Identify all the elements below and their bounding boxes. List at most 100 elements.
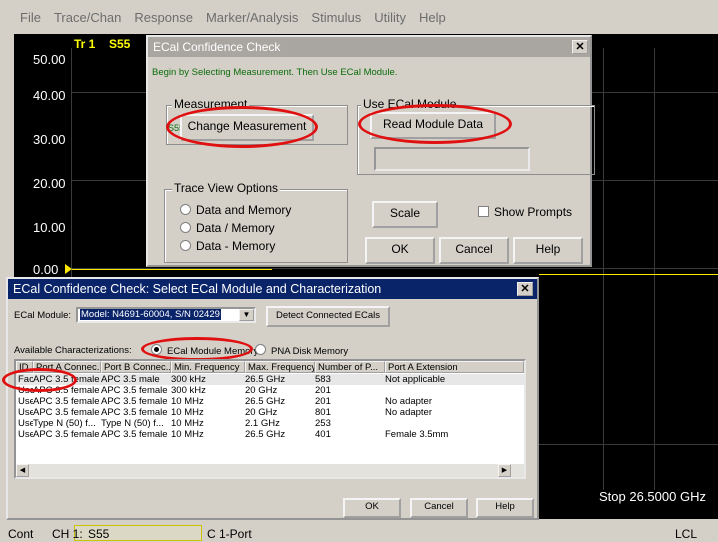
show-prompts-checkbox[interactable]: Show Prompts [478, 205, 572, 219]
option-label: PNA Disk Memory [271, 346, 349, 357]
port-label: C 1-Port [207, 527, 252, 541]
ok-button[interactable]: OK [343, 498, 401, 518]
table-cell: 20 GHz [245, 385, 278, 396]
menu-trace-chan[interactable]: Trace/Chan [54, 10, 121, 25]
table-row[interactable]: User 5APC 3.5 femaleAPC 3.5 female10 MHz… [16, 429, 524, 440]
table-row[interactable]: User 1APC 3.5 femaleAPC 3.5 female300 kH… [16, 385, 524, 396]
table-cell: 201 [315, 396, 331, 407]
table-row[interactable]: User 3APC 3.5 femaleAPC 3.5 female10 MHz… [16, 407, 524, 418]
column-header[interactable]: Min. Frequency [171, 361, 245, 373]
option-label: Data and Memory [196, 203, 292, 217]
table-cell: Not applicable [385, 374, 446, 385]
table-cell: User 4 [18, 418, 33, 429]
radio-icon [255, 344, 266, 355]
arrow-left-icon[interactable]: ◀ [16, 464, 29, 477]
table-cell: 10 MHz [171, 418, 204, 429]
trace-line [72, 269, 272, 270]
trace-param: S55 [109, 37, 131, 51]
table-cell: 801 [315, 407, 331, 418]
table-cell: APC 3.5 female [33, 407, 100, 418]
grid-line [654, 48, 655, 490]
column-header[interactable]: Port A Extension [385, 361, 524, 373]
table-cell: 10 MHz [171, 429, 204, 440]
select-dialog-titlebar: ECal Confidence Check: Select ECal Modul… [8, 279, 537, 299]
table-cell: APC 3.5 male [101, 374, 160, 385]
dialog-title: ECal Confidence Check: Select ECal Modul… [13, 282, 382, 296]
y-tick: 20.00 [33, 176, 66, 191]
column-header[interactable]: Max. Frequency [245, 361, 315, 373]
table-cell: Type N (50) f... [101, 418, 164, 429]
cancel-button[interactable]: Cancel [439, 237, 509, 264]
channel-prefix: CH 1: [52, 527, 83, 541]
cancel-button[interactable]: Cancel [410, 498, 468, 518]
y-tick: 0.00 [33, 262, 59, 277]
table-cell: 300 kHz [171, 374, 206, 385]
table-cell: APC 3.5 female [33, 396, 100, 407]
table-cell: Type N (50) f... [33, 418, 96, 429]
scale-button[interactable]: Scale [372, 201, 438, 228]
channel-value: S55 [88, 527, 110, 541]
menu-utility[interactable]: Utility [374, 10, 406, 25]
detect-ecals-button[interactable]: Detect Connected ECals [266, 306, 390, 327]
trace-view-group-label: Trace View Options [172, 181, 281, 195]
y-tick: 50.00 [33, 52, 66, 67]
help-button[interactable]: Help [476, 498, 534, 518]
arrow-right-icon[interactable]: ▶ [498, 464, 511, 477]
select-ecal-dialog: ECal Confidence Check: Select ECal Modul… [2, 277, 539, 520]
table-cell: 253 [315, 418, 331, 429]
status-bar: Cont CH 1: S55 C 1-Port LCL [0, 524, 718, 542]
ok-button[interactable]: OK [365, 237, 435, 264]
menu-response[interactable]: Response [134, 10, 193, 25]
disk-memory-radio[interactable]: PNA Disk Memory [255, 344, 348, 357]
characterization-table[interactable]: ID Port A Connec... Port B Connec... Min… [14, 359, 526, 479]
close-icon[interactable]: ✕ [517, 282, 533, 296]
table-cell: APC 3.5 female [101, 429, 168, 440]
table-cell: 20 GHz [245, 407, 278, 418]
checkbox-icon [478, 206, 489, 217]
menu-marker-analysis[interactable]: Marker/Analysis [206, 10, 298, 25]
module-select-value: Model: N4691-60004, S/N 02429 [80, 309, 221, 320]
table-row[interactable]: FactoryAPC 3.5 femaleAPC 3.5 male300 kHz… [16, 374, 524, 385]
highlight-ellipse [141, 337, 253, 361]
table-cell: APC 3.5 female [101, 396, 168, 407]
menu-stimulus[interactable]: Stimulus [311, 10, 361, 25]
column-header[interactable]: Port B Connec... [101, 361, 171, 373]
help-button[interactable]: Help [513, 237, 583, 264]
menubar: File Trace/Chan Response Marker/Analysis… [0, 0, 718, 34]
table-cell: No adapter [385, 396, 433, 407]
column-header[interactable]: Number of P... [315, 361, 385, 373]
table-cell: APC 3.5 female [33, 429, 100, 440]
table-row[interactable]: User 2APC 3.5 femaleAPC 3.5 female10 MHz… [16, 396, 524, 407]
module-status-field [374, 147, 530, 171]
confidence-dialog-titlebar: ECal Confidence Check [148, 37, 590, 57]
instruction-text: Begin by Selecting Measurement. Then Use… [152, 67, 398, 78]
chevron-down-icon[interactable]: ▼ [239, 309, 254, 321]
close-icon[interactable]: ✕ [572, 40, 588, 54]
option-data-minus-memory[interactable]: Data - Memory [180, 239, 275, 253]
module-select[interactable]: Model: N4691-60004, S/N 02429 [76, 307, 256, 323]
table-row[interactable]: User 4Type N (50) f...Type N (50) f...10… [16, 418, 524, 429]
radio-icon [180, 240, 191, 251]
option-data-over-memory[interactable]: Data / Memory [180, 221, 275, 235]
module-label: ECal Module: [14, 310, 72, 321]
grid-line [603, 48, 604, 490]
menu-help[interactable]: Help [419, 10, 446, 25]
table-cell: 26.5 GHz [245, 374, 286, 385]
y-tick: 30.00 [33, 132, 66, 147]
radio-icon [180, 204, 191, 215]
y-tick: 10.00 [33, 220, 66, 235]
table-cell: 26.5 GHz [245, 396, 286, 407]
lcl-label: LCL [675, 527, 698, 541]
highlight-ellipse [166, 106, 318, 148]
horizontal-scrollbar[interactable]: ◀ ▶ [16, 464, 524, 477]
table-cell: User 2 [18, 396, 33, 407]
menu-file[interactable]: File [20, 10, 41, 25]
trace-line [539, 274, 718, 275]
available-label: Available Characterizations: [14, 345, 132, 356]
table-cell: 300 kHz [171, 385, 206, 396]
radio-icon [180, 222, 191, 233]
table-cell: 201 [315, 385, 331, 396]
table-cell: APC 3.5 female [101, 407, 168, 418]
option-data-and-memory[interactable]: Data and Memory [180, 203, 291, 217]
highlight-ellipse [2, 368, 77, 392]
